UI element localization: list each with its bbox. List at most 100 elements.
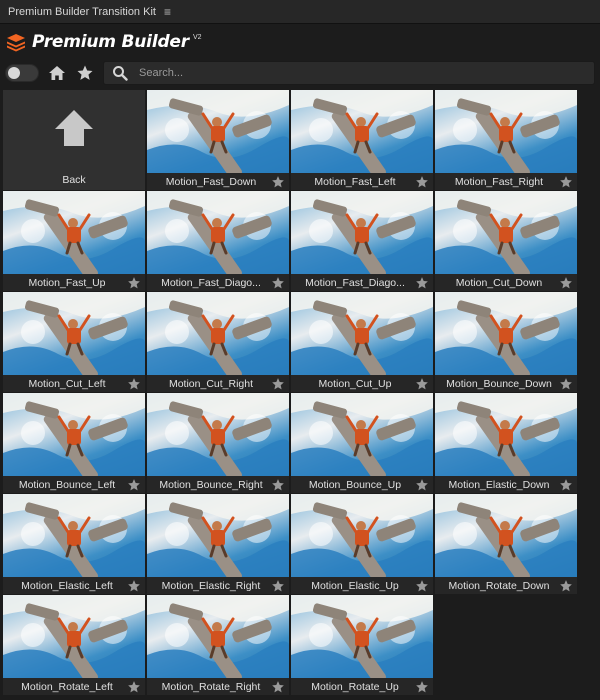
preset-label: Motion_Fast_Diago... <box>305 276 405 289</box>
preset-tile[interactable]: Motion_Fast_Diago... <box>147 191 289 291</box>
favorite-star-icon[interactable] <box>415 680 429 694</box>
preset-thumbnail <box>291 292 433 375</box>
favorite-star-icon[interactable] <box>271 175 285 189</box>
favorite-star-icon[interactable] <box>559 478 573 492</box>
preset-caption: Motion_Fast_Left <box>291 173 433 190</box>
preset-tile[interactable]: Motion_Fast_Diago... <box>291 191 433 291</box>
preset-tile[interactable]: Motion_Fast_Up <box>3 191 145 291</box>
home-icon[interactable] <box>47 63 67 83</box>
search-input[interactable] <box>137 66 581 80</box>
preset-label: Motion_Elastic_Left <box>21 579 113 592</box>
panel-titlebar: Premium Builder Transition Kit ≡ <box>0 0 600 24</box>
preset-caption: Motion_Elastic_Right <box>147 577 289 594</box>
preset-tile[interactable]: Motion_Rotate_Up <box>291 595 433 695</box>
preset-thumbnail <box>291 191 433 274</box>
preset-label: Motion_Bounce_Left <box>18 478 116 491</box>
favorite-star-icon[interactable] <box>127 276 141 290</box>
preset-thumbnail <box>435 191 577 274</box>
favorite-star-icon[interactable] <box>127 377 141 391</box>
preset-caption: Motion_Rotate_Down <box>435 577 577 594</box>
preset-caption: Motion_Cut_Down <box>435 274 577 291</box>
favorite-star-icon[interactable] <box>559 377 573 391</box>
brand-version: V2 <box>192 33 202 41</box>
favorite-star-icon[interactable] <box>559 175 573 189</box>
preset-tile[interactable]: Motion_Elastic_Up <box>291 494 433 594</box>
favorite-star-icon[interactable] <box>415 579 429 593</box>
toggle-switch[interactable] <box>5 64 39 82</box>
layers-logo-icon <box>7 34 25 52</box>
preset-tile[interactable]: Motion_Bounce_Up <box>291 393 433 493</box>
preset-thumbnail <box>3 292 145 375</box>
preset-tile[interactable]: Motion_Cut_Left <box>3 292 145 392</box>
preset-thumbnail <box>147 90 289 173</box>
favorite-star-icon[interactable] <box>271 276 285 290</box>
favorite-star-icon[interactable] <box>559 276 573 290</box>
preset-label: Motion_Cut_Left <box>28 377 106 390</box>
preset-tile[interactable]: Motion_Bounce_Down <box>435 292 577 392</box>
favorite-star-icon[interactable] <box>415 276 429 290</box>
preset-label: Motion_Rotate_Left <box>21 680 113 693</box>
preset-caption: Motion_Fast_Down <box>147 173 289 190</box>
favorite-star-icon[interactable] <box>415 478 429 492</box>
preset-thumbnail <box>3 191 145 274</box>
preset-tile[interactable]: Motion_Fast_Right <box>435 90 577 190</box>
favorite-star-icon[interactable] <box>127 579 141 593</box>
favorite-star-icon[interactable] <box>127 478 141 492</box>
preset-tile[interactable]: Motion_Rotate_Left <box>3 595 145 695</box>
preset-tile[interactable]: Motion_Elastic_Left <box>3 494 145 594</box>
preset-label: Motion_Elastic_Down <box>448 478 550 491</box>
favorite-star-icon[interactable] <box>415 377 429 391</box>
panel-title: Premium Builder Transition Kit <box>8 5 156 18</box>
preset-caption: Motion_Cut_Up <box>291 375 433 392</box>
back-label: Back <box>62 174 86 186</box>
preset-caption: Motion_Cut_Right <box>147 375 289 392</box>
preset-caption: Motion_Rotate_Right <box>147 678 289 695</box>
favorite-star-icon[interactable] <box>271 680 285 694</box>
preset-label: Motion_Fast_Down <box>165 175 257 188</box>
back-button[interactable]: Back <box>3 90 145 190</box>
scrollbar-track[interactable] <box>578 90 598 697</box>
hamburger-icon[interactable]: ≡ <box>164 5 171 19</box>
favorite-star-icon[interactable] <box>271 478 285 492</box>
preset-label: Motion_Cut_Right <box>168 377 254 390</box>
preset-tile[interactable]: Motion_Rotate_Right <box>147 595 289 695</box>
preset-label: Motion_Rotate_Up <box>311 680 399 693</box>
preset-tile[interactable]: Motion_Elastic_Right <box>147 494 289 594</box>
preset-thumbnail <box>3 494 145 577</box>
preset-tile[interactable]: Motion_Cut_Down <box>435 191 577 291</box>
preset-tile[interactable]: Motion_Fast_Left <box>291 90 433 190</box>
star-icon[interactable] <box>75 63 95 83</box>
search-box[interactable] <box>103 61 595 85</box>
preset-caption: Motion_Fast_Right <box>435 173 577 190</box>
brand-name: Premium Builder <box>32 32 189 52</box>
preset-caption: Motion_Cut_Left <box>3 375 145 392</box>
preset-caption: Motion_Bounce_Left <box>3 476 145 493</box>
favorite-star-icon[interactable] <box>415 175 429 189</box>
preset-thumbnail <box>291 595 433 678</box>
preset-caption: Motion_Rotate_Up <box>291 678 433 695</box>
preset-tile[interactable]: Motion_Rotate_Down <box>435 494 577 594</box>
preset-thumbnail <box>291 90 433 173</box>
preset-caption: Motion_Elastic_Left <box>3 577 145 594</box>
preset-label: Motion_Rotate_Right <box>161 680 261 693</box>
preset-tile[interactable]: Motion_Elastic_Down <box>435 393 577 493</box>
preset-tile[interactable]: Motion_Fast_Down <box>147 90 289 190</box>
favorite-star-icon[interactable] <box>127 680 141 694</box>
preset-tile[interactable]: Motion_Cut_Right <box>147 292 289 392</box>
preset-thumbnail <box>147 494 289 577</box>
favorite-star-icon[interactable] <box>271 579 285 593</box>
favorite-star-icon[interactable] <box>559 579 573 593</box>
preset-label: Motion_Elastic_Up <box>311 579 399 592</box>
preset-label: Motion_Fast_Right <box>454 175 544 188</box>
favorite-star-icon[interactable] <box>271 377 285 391</box>
preset-tile[interactable]: Motion_Cut_Up <box>291 292 433 392</box>
toggle-knob <box>8 67 20 79</box>
preset-tile[interactable]: Motion_Bounce_Left <box>3 393 145 493</box>
preset-thumbnail <box>147 292 289 375</box>
preset-caption: Motion_Bounce_Up <box>291 476 433 493</box>
preset-thumbnail <box>3 393 145 476</box>
preset-caption: Motion_Bounce_Right <box>147 476 289 493</box>
toolbar <box>0 59 600 87</box>
preset-label: Motion_Cut_Up <box>318 377 392 390</box>
preset-tile[interactable]: Motion_Bounce_Right <box>147 393 289 493</box>
